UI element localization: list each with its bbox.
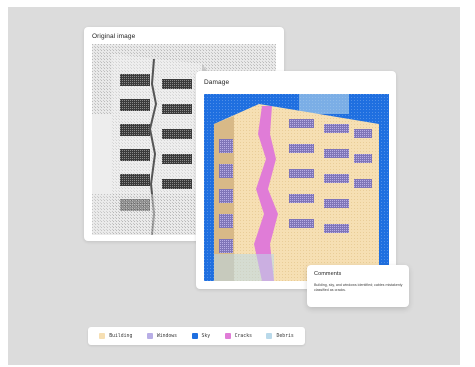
comments-popover: Comments Building, sky, and windows iden… [307, 265, 409, 307]
legend-swatch-cracks [224, 333, 231, 339]
segmentation-legend: Building Windows Sky Cracks Debris [88, 327, 305, 345]
legend-label-windows: Windows [156, 333, 178, 339]
legend-swatch-debris [266, 333, 273, 339]
legend-item-debris: Debris [266, 333, 294, 339]
legend-label-debris: Debris [276, 333, 294, 339]
comments-title: Comments [314, 271, 342, 277]
damage-title: Damage [204, 79, 230, 86]
original-image-title: Original image [92, 33, 136, 40]
legend-swatch-sky [191, 333, 198, 339]
legend-label-building: Building [109, 333, 133, 339]
legend-item-windows: Windows [146, 333, 178, 339]
damage-card: Damage [196, 71, 396, 289]
legend-item-building: Building [99, 333, 132, 339]
legend-swatch-building [99, 333, 106, 339]
damage-segmentation-image [204, 94, 389, 281]
legend-item-cracks: Cracks [224, 333, 252, 339]
legend-label-cracks: Cracks [234, 333, 252, 339]
legend-label-sky: Sky [201, 333, 211, 339]
comments-body: Building, sky, and windows identified; c… [314, 283, 403, 292]
workspace-canvas: Original image Damage Comments Building,… [8, 7, 460, 365]
legend-item-sky: Sky [191, 333, 211, 339]
legend-swatch-windows [146, 333, 153, 339]
